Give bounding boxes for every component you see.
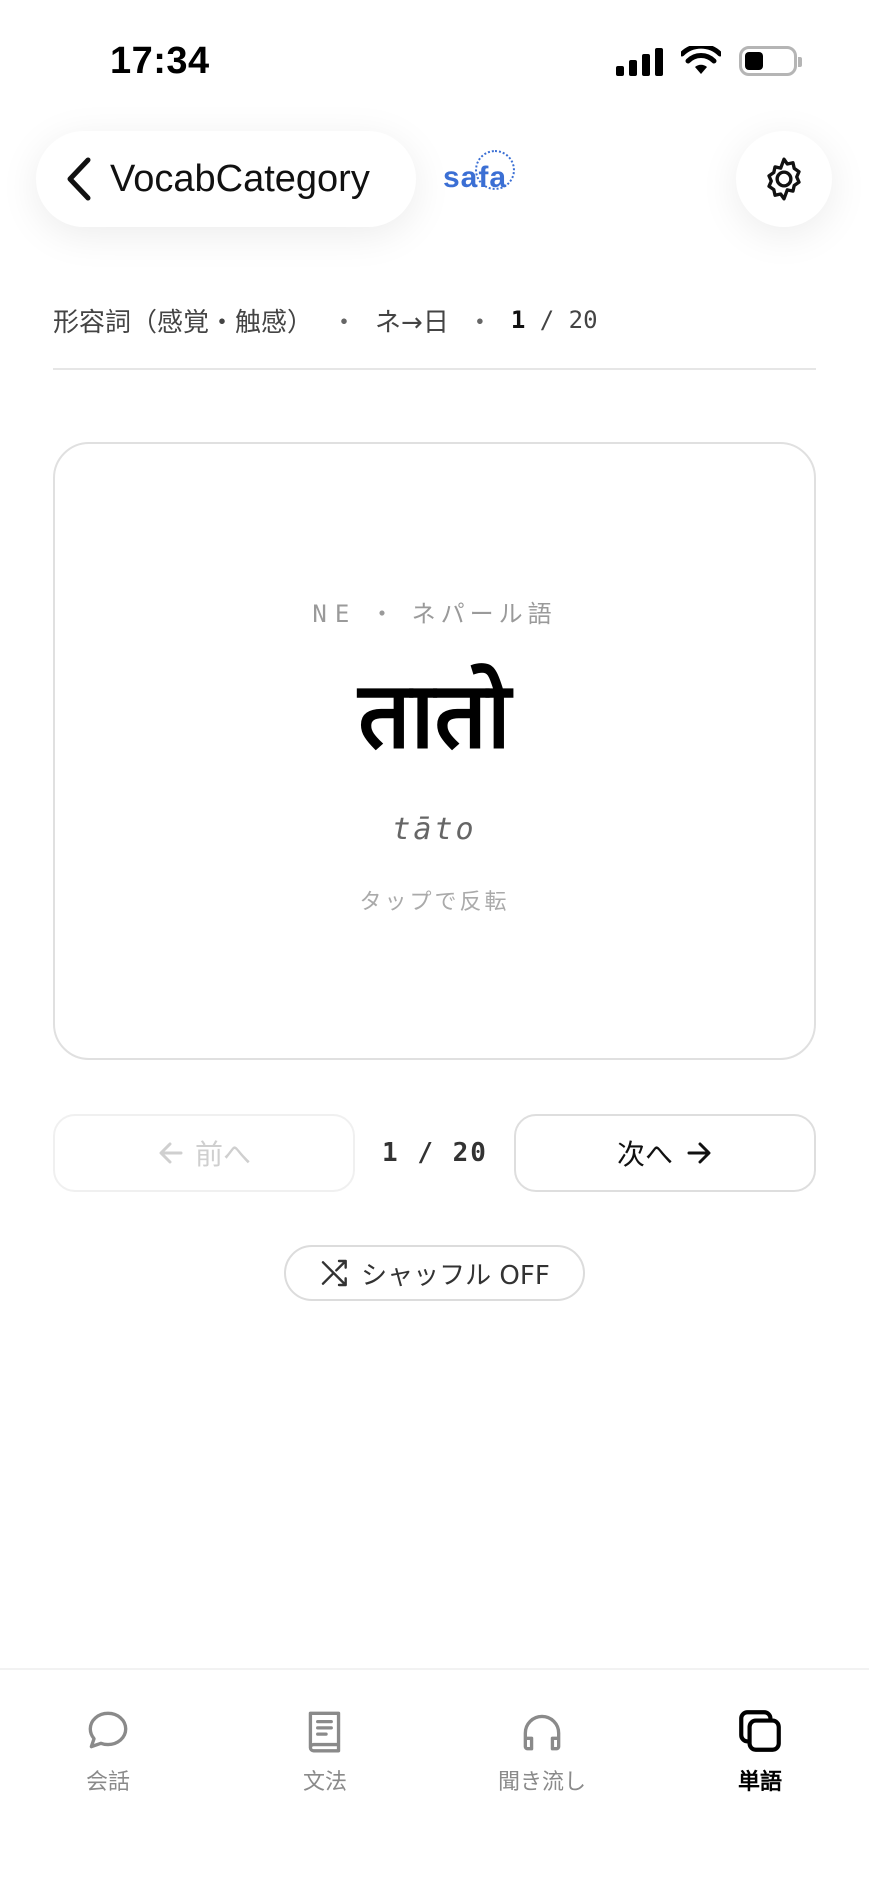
language-code: NE <box>312 600 358 628</box>
tab-label: 聞き流し <box>497 1770 586 1795</box>
breadcrumb-total: / 20 <box>539 306 598 334</box>
previous-label: 前へ <box>194 1138 251 1171</box>
settings-button[interactable] <box>736 131 832 227</box>
tab-conversation[interactable]: 会話 <box>33 1706 183 1796</box>
breadcrumb-category: 形容詞（感覚・触感） <box>53 307 314 338</box>
language-separator: ・ <box>369 600 399 628</box>
card-word: तातो <box>358 662 511 769</box>
cards-icon <box>739 1710 781 1752</box>
back-label: VocabCategory <box>110 157 370 200</box>
language-name: ネパール語 <box>411 600 557 628</box>
breadcrumb-progress: 1 / 20 <box>511 306 598 334</box>
tab-listening[interactable]: 聞き流し <box>467 1706 617 1796</box>
headphones-icon <box>523 1714 561 1751</box>
wifi-icon <box>681 46 721 74</box>
status-bar: 17:34 <box>0 0 869 120</box>
tab-label: 文法 <box>302 1770 347 1795</box>
status-icons <box>616 46 802 76</box>
flip-hint: タップで反転 <box>359 890 510 915</box>
breadcrumb-direction: ネ→日 <box>375 307 449 338</box>
book-icon <box>308 1711 341 1753</box>
arrow-left-icon <box>159 1142 183 1164</box>
screen: 17:34 VocabCategory safa 形容詞（感覚・触感） ・ ネ→… <box>0 0 869 1884</box>
chevron-left-icon <box>67 157 91 201</box>
card-romanization: tāto <box>392 812 477 847</box>
flashcard[interactable]: NE ・ ネパール語 तातो tāto タップで反転 <box>53 442 816 1060</box>
status-time: 17:34 <box>110 40 210 82</box>
logo-ring-icon <box>475 150 515 190</box>
tab-label: 会話 <box>85 1770 130 1795</box>
previous-button[interactable]: 前へ <box>53 1114 355 1192</box>
app-logo: safa <box>443 150 515 200</box>
tab-label: 単語 <box>737 1770 782 1795</box>
breadcrumb: 形容詞（感覚・触感） ・ ネ→日 ・ 1 / 20 <box>53 300 598 340</box>
shuffle-icon <box>321 1259 348 1287</box>
cellular-signal-icon <box>616 46 663 76</box>
chat-bubble-icon <box>88 1711 128 1749</box>
next-button[interactable]: 次へ <box>514 1114 816 1192</box>
next-label: 次へ <box>616 1138 673 1171</box>
breadcrumb-current: 1 <box>510 306 526 334</box>
breadcrumb-separator: ・ <box>466 307 493 338</box>
arrow-right-icon <box>687 1142 711 1164</box>
tab-grammar[interactable]: 文法 <box>250 1706 400 1796</box>
shuffle-label: シャッフル OFF <box>361 1260 550 1291</box>
breadcrumb-separator: ・ <box>331 307 358 338</box>
tab-vocabulary[interactable]: 単語 <box>685 1706 835 1796</box>
gear-icon <box>767 157 801 201</box>
battery-icon <box>739 46 802 76</box>
divider <box>53 368 816 370</box>
tab-bar: 会話 文法 聞き流し 単語 <box>0 1668 869 1884</box>
page-counter: 1 / 20 <box>382 1138 488 1168</box>
card-language: NE ・ ネパール語 <box>55 594 814 629</box>
back-button[interactable]: VocabCategory <box>36 131 416 227</box>
shuffle-toggle[interactable]: シャッフル OFF <box>284 1245 585 1301</box>
